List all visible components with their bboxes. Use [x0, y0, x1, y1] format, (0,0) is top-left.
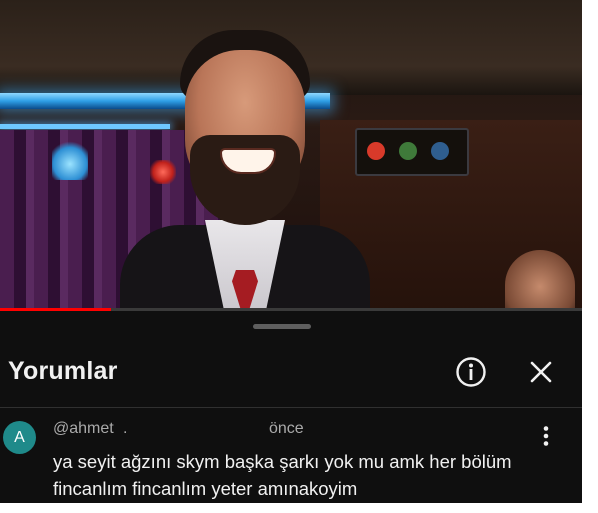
comment-menu-button[interactable]	[534, 424, 558, 448]
comment-author[interactable]: @ahmet	[53, 420, 114, 438]
video-progress-fill	[0, 308, 111, 311]
comment-time: önce	[269, 420, 304, 437]
app-frame: Yorumlar A @ahmet . önce ya seyit ağzını…	[0, 0, 582, 503]
info-circle-icon	[456, 357, 486, 387]
video-stage-lights	[355, 128, 469, 176]
info-button[interactable]	[454, 355, 488, 389]
stage-light-red	[367, 142, 385, 160]
video-progress-bar[interactable]	[0, 308, 582, 311]
close-icon	[530, 361, 552, 383]
comment-item: A @ahmet . önce ya seyit ağzını skym baş…	[0, 410, 582, 503]
comment-text: ya seyit ağzını skym başka şarkı yok mu …	[53, 451, 512, 499]
video-player[interactable]	[0, 0, 582, 311]
comments-panel-title: Yorumlar	[8, 357, 118, 385]
comment-meta: @ahmet . önce	[53, 420, 523, 440]
avatar-letter: A	[14, 428, 25, 446]
avatar[interactable]: A	[3, 421, 36, 454]
stage-light-green	[399, 142, 417, 160]
panel-divider	[0, 407, 582, 408]
video-neon-strip	[0, 124, 170, 129]
video-background-person	[505, 250, 575, 311]
comment-meta-separator: .	[123, 420, 128, 437]
video-blue-lamp	[52, 140, 88, 180]
video-person	[120, 30, 370, 311]
more-vertical-icon	[543, 426, 549, 446]
stage-light-blue	[431, 142, 449, 160]
close-button[interactable]	[524, 355, 558, 389]
sheet-drag-handle[interactable]	[253, 324, 311, 329]
